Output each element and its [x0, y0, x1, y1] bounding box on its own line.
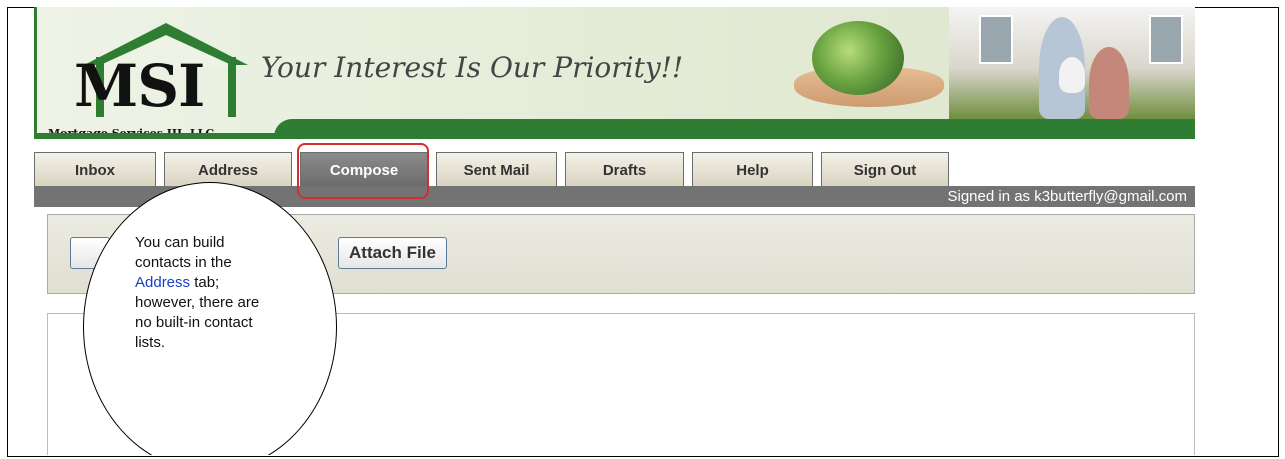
- house-window: [979, 15, 1013, 64]
- family-photo: [949, 7, 1195, 119]
- banner-green-bar: [274, 119, 1195, 139]
- tab-inbox[interactable]: Inbox: [34, 152, 156, 186]
- family-child: [1059, 57, 1085, 93]
- callout-note: You can build contacts in the Address ta…: [135, 233, 275, 353]
- tab-sent-mail[interactable]: Sent Mail: [436, 152, 557, 186]
- logo-text: MSI: [74, 52, 205, 120]
- tagline: Your Interest Is Our Priority!!: [261, 51, 684, 84]
- compose-tab-highlight: [297, 143, 429, 199]
- tab-address[interactable]: Address: [164, 152, 292, 186]
- globe-image: [812, 21, 904, 95]
- attach-file-button[interactable]: Attach File: [338, 237, 447, 269]
- tab-sign-out[interactable]: Sign Out: [821, 152, 949, 186]
- header-banner: MSI Mortgage Services III, LLC Your Inte…: [34, 7, 1195, 139]
- banner-green-line: [34, 133, 294, 139]
- family-person: [1089, 47, 1129, 119]
- callout-text-line1: You can build contacts in the: [135, 234, 232, 271]
- msi-webmail-app: MSI Mortgage Services III, LLC Your Inte…: [27, 0, 1195, 455]
- banner-left-border: [34, 7, 37, 139]
- tab-drafts[interactable]: Drafts: [565, 152, 684, 186]
- tab-help[interactable]: Help: [692, 152, 813, 186]
- house-window: [1149, 15, 1183, 64]
- msi-logo: MSI Mortgage Services III, LLC: [44, 17, 259, 139]
- callout-address-link: Address: [135, 274, 191, 291]
